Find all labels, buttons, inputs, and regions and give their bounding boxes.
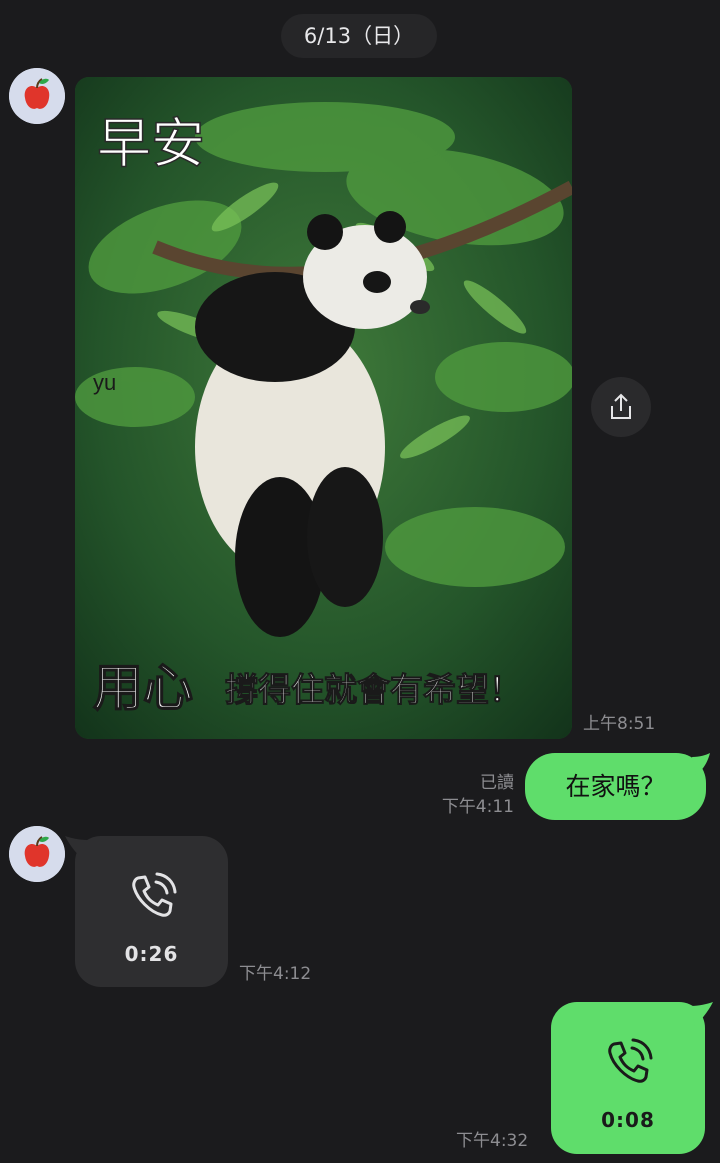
message-time: 下午4:11 — [441, 797, 514, 817]
share-button[interactable] — [591, 377, 651, 437]
message-text: 在家嗎？ — [565, 772, 666, 801]
message-time: 上午8:51 — [583, 714, 656, 734]
watermark-text: yu — [93, 370, 116, 395]
message-time: 下午4:12 — [239, 964, 312, 984]
outgoing-call-bubble[interactable]: 0:08 — [551, 1002, 713, 1154]
bubble-tail — [692, 753, 710, 775]
contact-avatar[interactable] — [9, 826, 65, 882]
share-icon — [611, 393, 631, 419]
read-status: 已讀 — [480, 773, 514, 793]
incoming-call-bubble[interactable]: 0:26 — [65, 836, 228, 987]
apple-icon — [9, 826, 65, 882]
phone-call-icon — [608, 1038, 653, 1083]
phone-call-icon — [131, 872, 176, 917]
contact-avatar[interactable] — [9, 68, 65, 124]
date-divider: 6/13（日） — [281, 14, 437, 58]
greeting-text: 早安 — [97, 114, 205, 174]
caption-big-text: 用心 — [93, 660, 193, 716]
apple-icon — [9, 68, 65, 124]
message-time: 下午4:32 — [456, 1131, 529, 1151]
bubble-tail — [65, 836, 87, 860]
bubble-tail — [691, 1002, 713, 1026]
image-message[interactable]: 早安 yu 用心 撐得住就會有希望！ — [75, 77, 572, 739]
outgoing-text-bubble[interactable]: 在家嗎？ — [525, 753, 710, 820]
caption-small-text: 撐得住就會有希望！ — [225, 671, 522, 708]
call-duration: 0:08 — [601, 1108, 655, 1132]
call-duration: 0:26 — [124, 942, 179, 966]
panda-photo: 早安 yu 用心 撐得住就會有希望！ — [75, 77, 572, 739]
